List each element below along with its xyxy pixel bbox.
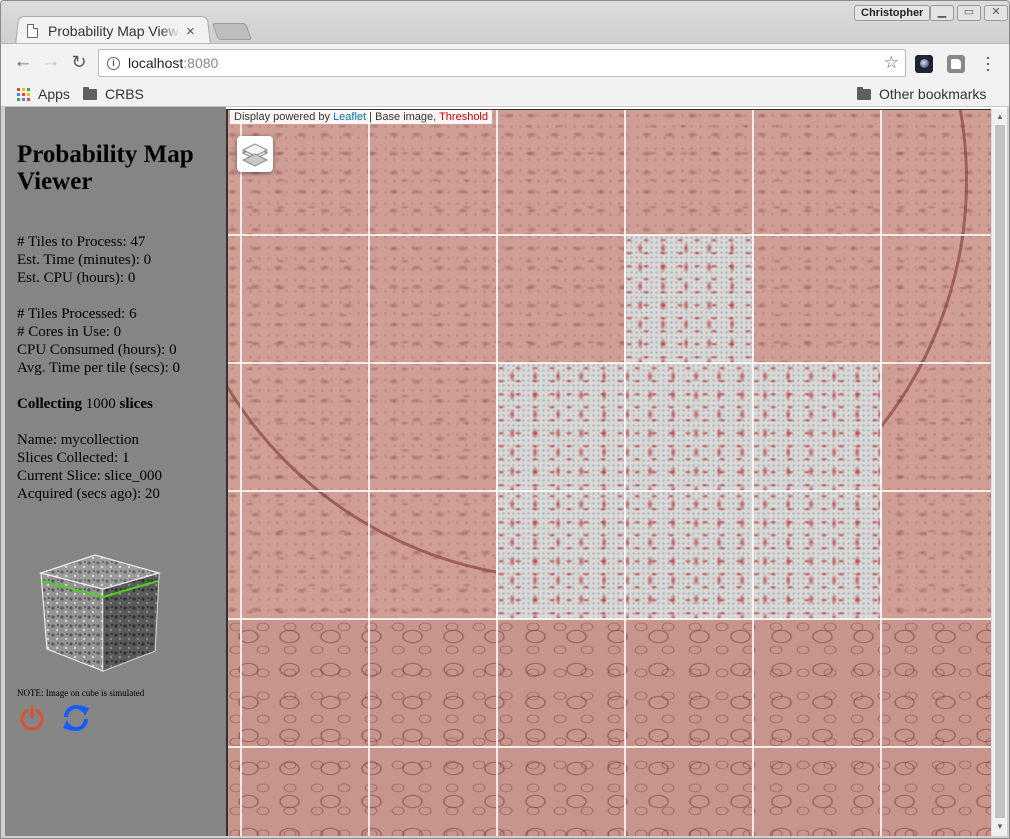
power-icon[interactable] bbox=[19, 705, 45, 731]
est-time: Est. Time (minutes): 0 bbox=[17, 252, 152, 268]
folder-icon bbox=[83, 86, 97, 100]
tile-gridline bbox=[880, 110, 882, 836]
map-attribution: Display powered by Leaflet | Base image,… bbox=[230, 110, 492, 124]
collecting-suffix: slices bbox=[119, 396, 153, 412]
close-window-button[interactable]: ✕ bbox=[984, 5, 1008, 21]
tile-gridline bbox=[368, 110, 370, 836]
folder-icon bbox=[857, 86, 871, 100]
forward-button[interactable]: → bbox=[41, 52, 61, 72]
bookmark-other[interactable]: Other bookmarks bbox=[857, 84, 986, 104]
collecting-count: 1000 bbox=[85, 396, 116, 412]
collection-name: Name: mycollection bbox=[17, 432, 140, 448]
info-icon[interactable]: i bbox=[107, 56, 120, 70]
tab-content[interactable]: Probability Map Viewer × bbox=[27, 18, 207, 44]
refresh-icon[interactable] bbox=[61, 704, 91, 732]
tiles-to-process: # Tiles to Process: 47 bbox=[17, 234, 146, 250]
back-button[interactable]: ← bbox=[13, 52, 33, 72]
tile-gridline bbox=[496, 110, 498, 836]
reload-button[interactable]: ↻ bbox=[69, 52, 89, 72]
attribution-separator: | Base image, bbox=[369, 111, 437, 123]
tile-gridline bbox=[228, 490, 991, 492]
extension-icon[interactable] bbox=[947, 55, 965, 73]
bookmark-star-icon[interactable]: ☆ bbox=[884, 53, 899, 73]
scrollbar-thumb[interactable] bbox=[995, 125, 1005, 818]
layers-icon bbox=[241, 143, 269, 167]
bookmarks-bar: Apps CRBS Other bookmarks bbox=[1, 81, 1009, 107]
collecting-status: Collecting 1000 slices bbox=[17, 395, 153, 413]
address-bar[interactable]: i localhost:8080 ☆ bbox=[98, 49, 906, 77]
cpu-consumed: CPU Consumed (hours): 0 bbox=[17, 342, 177, 358]
slices-collected: Slices Collected: 1 bbox=[17, 450, 130, 466]
em-tissue-region bbox=[228, 620, 991, 836]
menu-icon[interactable]: · · · bbox=[981, 48, 995, 78]
tile-gridline bbox=[228, 618, 991, 620]
minimize-button[interactable]: ▁ bbox=[930, 5, 954, 21]
bookmark-label: CRBS bbox=[105, 86, 144, 102]
tile-gridline bbox=[228, 362, 991, 364]
bookmark-label: Apps bbox=[38, 86, 70, 102]
current-slice: Current Slice: slice_000 bbox=[17, 468, 162, 484]
page-content: Probability Map Viewer # Tiles to Proces… bbox=[5, 107, 1007, 836]
tab-close-button[interactable]: × bbox=[186, 23, 195, 40]
processed-tile bbox=[496, 491, 882, 619]
tile-gridline bbox=[752, 110, 754, 836]
browser-toolbar: ← → ↻ i localhost:8080 ☆ · · · bbox=[1, 43, 1009, 81]
page-icon bbox=[27, 24, 38, 38]
map-view[interactable]: Display powered by Leaflet | Base image,… bbox=[226, 109, 991, 836]
bookmark-crbs[interactable]: CRBS bbox=[83, 84, 144, 104]
browser-window: Probability Map Viewer × Christopher ▁ ▭… bbox=[0, 0, 1010, 839]
title-bar: Probability Map Viewer × Christopher ▁ ▭… bbox=[1, 1, 1009, 45]
bookmark-apps[interactable]: Apps bbox=[17, 84, 70, 104]
tile-gridline bbox=[228, 234, 991, 236]
threshold-link[interactable]: Threshold bbox=[439, 111, 488, 123]
layers-control-button[interactable] bbox=[237, 136, 273, 172]
volume-cube-image bbox=[38, 554, 162, 672]
leaflet-link[interactable]: Leaflet bbox=[333, 111, 366, 123]
scroll-down-arrow[interactable]: ▼ bbox=[995, 822, 1005, 831]
est-cpu: Est. CPU (hours): 0 bbox=[17, 270, 136, 286]
cores-in-use: # Cores in Use: 0 bbox=[17, 324, 122, 340]
attribution-prefix: Display powered by bbox=[234, 111, 330, 123]
maximize-button[interactable]: ▭ bbox=[957, 5, 981, 21]
collecting-prefix: Collecting bbox=[17, 396, 82, 412]
tab-title: Probability Map Viewer bbox=[48, 23, 180, 39]
bookmark-label: Other bookmarks bbox=[879, 86, 987, 102]
tile-gridline bbox=[624, 110, 626, 836]
apps-grid-icon bbox=[17, 87, 30, 101]
processed-tile bbox=[496, 363, 882, 491]
sidebar: Probability Map Viewer # Tiles to Proces… bbox=[5, 107, 226, 836]
processed-tile bbox=[624, 235, 754, 363]
profile-button[interactable]: Christopher bbox=[854, 5, 931, 21]
extension-icon[interactable] bbox=[915, 55, 933, 73]
url-port: :8080 bbox=[183, 55, 219, 71]
tile-gridline bbox=[240, 110, 242, 836]
simulation-note: NOTE: Image on cube is simulated bbox=[17, 688, 145, 698]
acquired-secs: Acquired (secs ago): 20 bbox=[17, 486, 160, 502]
avg-time-per-tile: Avg. Time per tile (secs): 0 bbox=[17, 360, 181, 376]
vertical-scrollbar[interactable]: ▲ ▼ bbox=[991, 109, 1007, 836]
page-title: Probability Map Viewer bbox=[17, 141, 194, 195]
new-tab-button[interactable] bbox=[211, 23, 253, 40]
tile-gridline bbox=[228, 746, 991, 748]
url-host: localhost bbox=[128, 55, 184, 71]
tiles-processed: # Tiles Processed: 6 bbox=[17, 306, 137, 322]
scroll-up-arrow[interactable]: ▲ bbox=[995, 112, 1005, 121]
